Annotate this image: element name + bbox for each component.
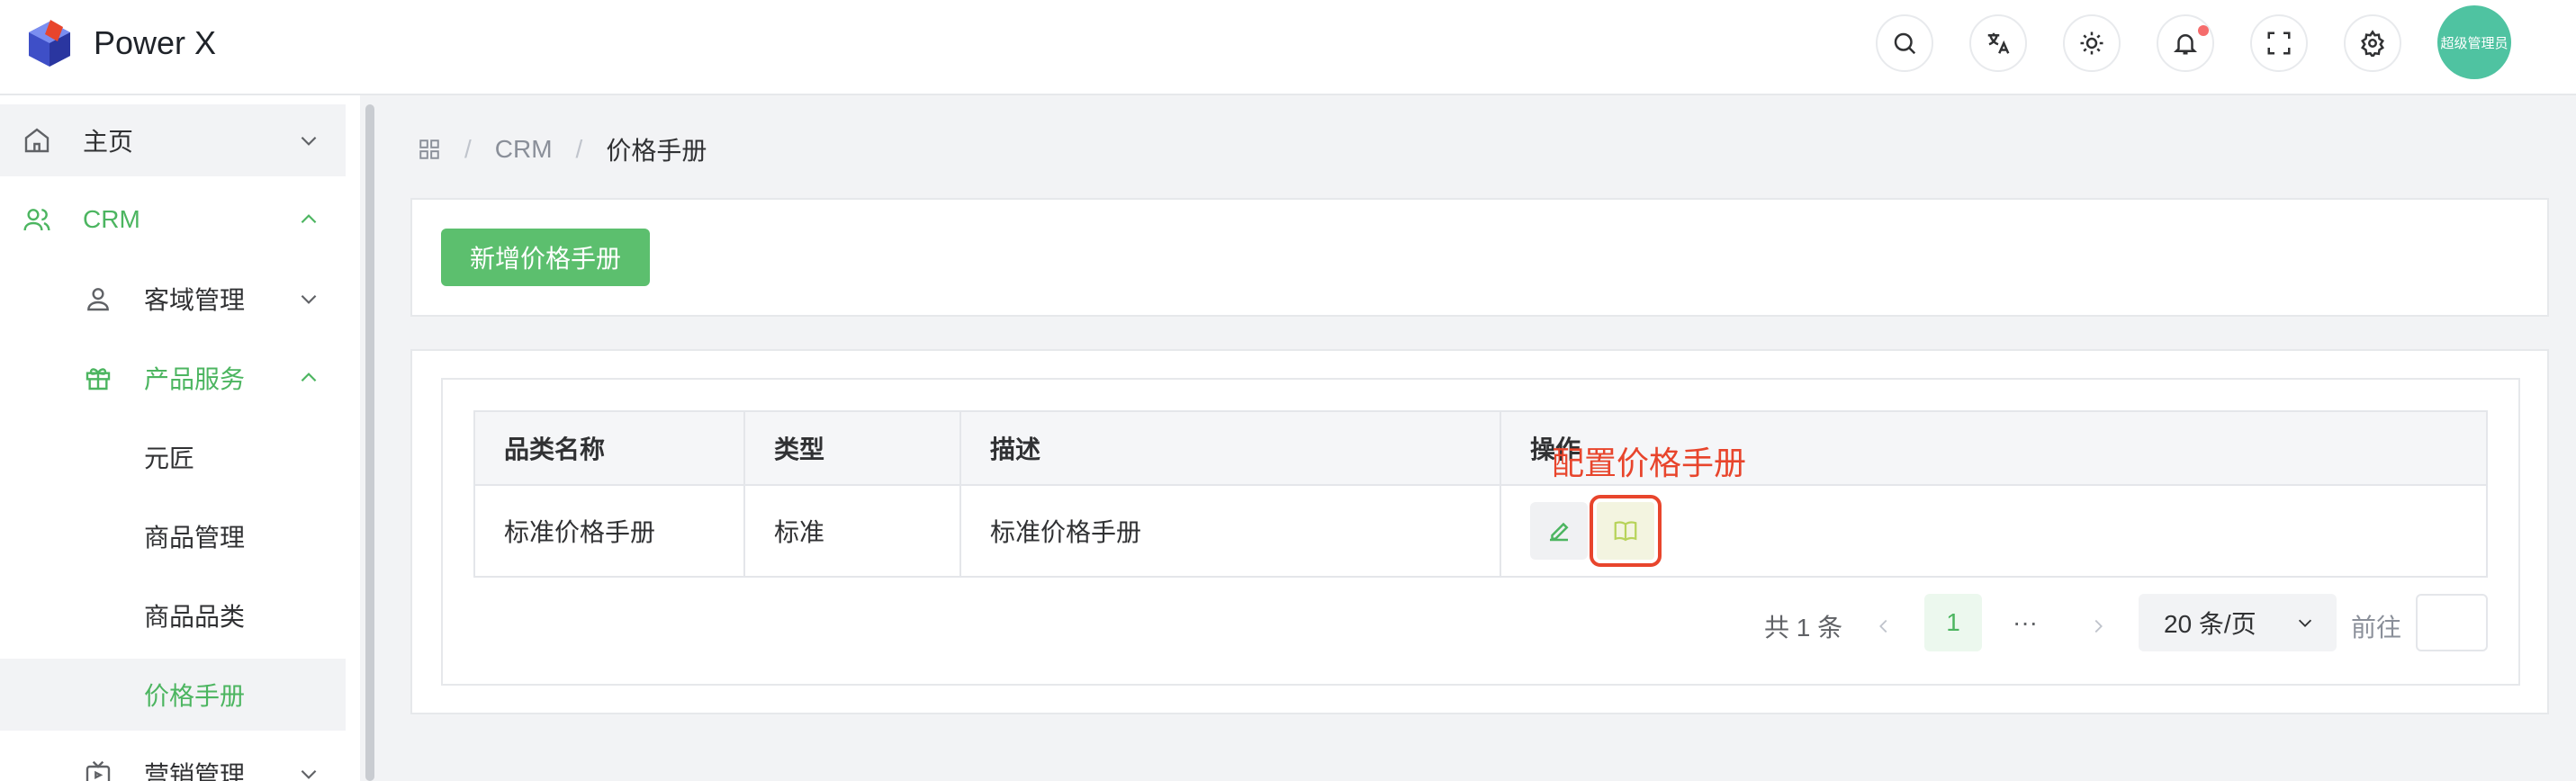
sidebar-item-label: CRM	[83, 205, 140, 233]
top-header: Power X 超级管理员	[0, 0, 2576, 95]
sidebar-item-label: 客域管理	[144, 286, 246, 314]
page-ellipsis[interactable]: ···	[1996, 594, 2054, 651]
page-size-select[interactable]: 20 条/页	[2139, 594, 2337, 651]
home-icon	[22, 125, 52, 156]
cell-type: 标准	[743, 484, 961, 578]
gift-icon	[83, 363, 113, 393]
tv-icon	[83, 759, 113, 781]
table-card: 品类名称 类型 描述 操作 标准价格手册 标准 标准价格手册	[410, 349, 2549, 714]
sidebar-item-marketing[interactable]: 营销管理	[0, 738, 346, 781]
theme-button[interactable]	[2063, 14, 2121, 72]
fullscreen-button[interactable]	[2250, 14, 2308, 72]
cell-actions	[1500, 484, 2488, 578]
chevron-right-icon	[2094, 619, 2103, 633]
avatar[interactable]: 超级管理员	[2437, 5, 2511, 79]
notification-button[interactable]	[2157, 14, 2214, 72]
price-book-table: 品类名称 类型 描述 操作 标准价格手册 标准 标准价格手册	[473, 410, 2488, 578]
breadcrumb-item-current: 价格手册	[606, 137, 707, 165]
configure-price-book-button[interactable]	[1590, 495, 1662, 567]
notification-dot	[2198, 25, 2209, 36]
sidebar-item-price-book[interactable]: 价格手册	[0, 659, 346, 731]
user-icon	[83, 283, 113, 314]
table-row: 标准价格手册 标准 标准价格手册	[473, 484, 2488, 578]
add-price-book-button[interactable]: 新增价格手册	[441, 229, 650, 286]
toolbar-card: 新增价格手册	[410, 198, 2549, 317]
users-icon	[22, 204, 52, 235]
search-button[interactable]	[1876, 14, 1933, 72]
sidebar-item-crm[interactable]: CRM	[0, 184, 346, 256]
edit-button[interactable]	[1530, 502, 1588, 560]
pagination-total: 共 1 条	[1764, 614, 1843, 642]
translate-button[interactable]	[1969, 14, 2027, 72]
column-header-type: 类型	[743, 410, 961, 486]
chevron-left-icon	[1879, 619, 1887, 633]
chevron-down-icon	[2298, 619, 2312, 627]
book-icon	[1614, 521, 1637, 542]
settings-button[interactable]	[2344, 14, 2401, 72]
search-icon	[1894, 32, 1916, 55]
cell-description: 标准价格手册	[959, 484, 1501, 578]
sidebar-item-label: 元匠	[144, 444, 195, 472]
chevron-up-icon	[297, 208, 320, 231]
prev-page-button[interactable]	[1874, 597, 1894, 655]
breadcrumb-separator: /	[575, 135, 583, 163]
sidebar-item-label: 商品品类	[144, 603, 246, 631]
sidebar-item-product-category[interactable]: 商品品类	[0, 579, 346, 651]
gear-icon	[2361, 30, 2384, 57]
sidebar-item-product-management[interactable]: 商品管理	[0, 500, 346, 572]
breadcrumb: / CRM / 价格手册	[418, 131, 707, 167]
page-number-current[interactable]: 1	[1924, 594, 1982, 651]
next-page-button[interactable]	[2088, 597, 2108, 655]
breadcrumb-item-crm[interactable]: CRM	[495, 135, 553, 164]
sidebar-item-customer-domain[interactable]: 客域管理	[0, 263, 346, 335]
translate-icon	[1987, 32, 2010, 54]
fullscreen-icon	[2267, 31, 2291, 55]
sidebar-item-label: 主页	[83, 128, 134, 156]
goto-page-input[interactable]	[2416, 594, 2488, 651]
chevron-down-icon	[297, 287, 320, 310]
table-header-row: 品类名称 类型 描述 操作	[473, 410, 2488, 486]
annotation-label: 配置价格手册	[1552, 444, 1747, 481]
edit-icon	[1550, 522, 1569, 542]
cell-category-name: 标准价格手册	[473, 484, 745, 578]
sidebar-item-label: 营销管理	[144, 761, 246, 781]
page-size-value: 20 条/页	[2164, 610, 2256, 638]
column-header-description: 描述	[959, 410, 1501, 486]
chevron-down-icon	[297, 129, 320, 152]
sidebar-item-label: 产品服务	[144, 365, 246, 393]
sidebar-item-home[interactable]: 主页	[0, 104, 346, 176]
sidebar-item-product-service[interactable]: 产品服务	[0, 342, 346, 414]
sidebar-scrollbar[interactable]	[365, 104, 374, 781]
theme-icon	[2080, 31, 2103, 55]
chevron-up-icon	[297, 366, 320, 390]
app-title: Power X	[94, 24, 217, 61]
sidebar-item-label: 价格手册	[144, 682, 246, 710]
grid-icon[interactable]	[418, 138, 441, 161]
chevron-down-icon	[297, 762, 320, 781]
column-header-category-name: 品类名称	[473, 410, 745, 486]
breadcrumb-separator: /	[464, 135, 472, 163]
goto-label: 前往	[2351, 614, 2402, 642]
sidebar-item-label: 商品管理	[144, 524, 246, 552]
bell-icon	[2173, 34, 2198, 55]
sidebar: 主页 CRM 客域管理 产品服务 元匠 商品管理 商品品类 价格手册 营销管理	[0, 95, 360, 781]
logo-icon	[29, 20, 70, 67]
sidebar-item-artisan[interactable]: 元匠	[0, 421, 346, 493]
